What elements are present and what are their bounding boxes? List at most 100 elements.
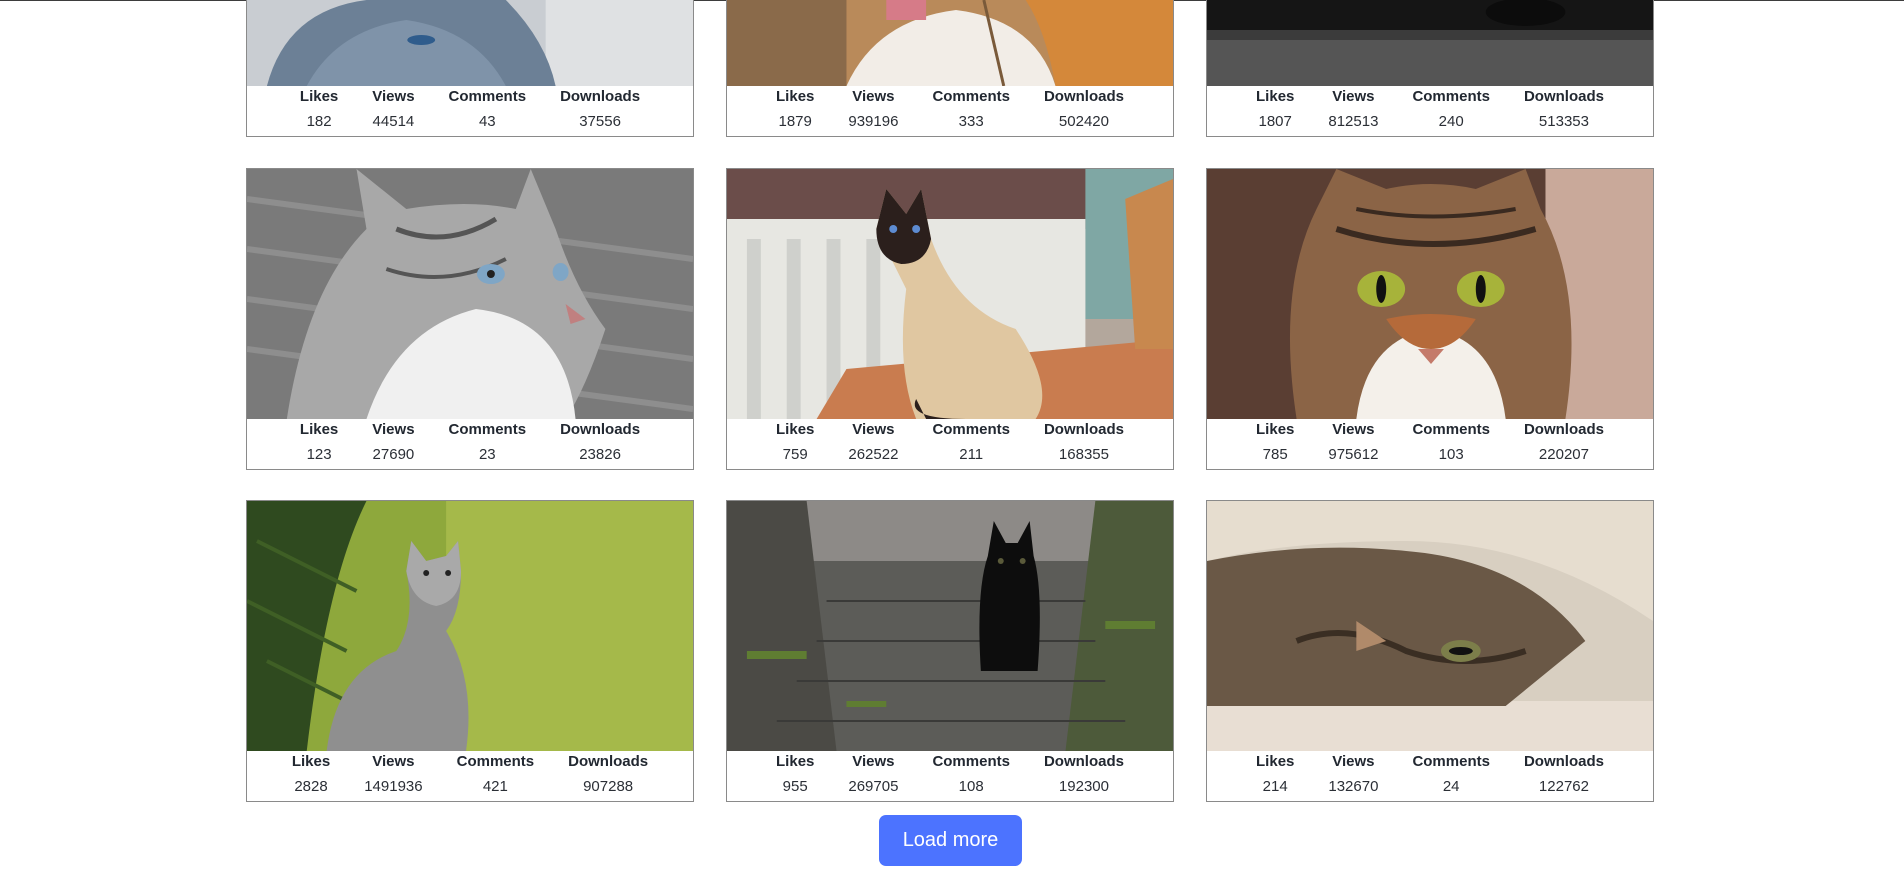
cat-photo[interactable] [727,169,1173,419]
stat-downloads: Downloads 502420 [1027,86,1141,136]
views-label: Views [372,88,415,105]
card-stats: Likes 1879 Views 939196 Comments 333 Downlo… [727,86,1173,136]
stat-comments: Comments 211 [915,419,1027,469]
cat-photo[interactable] [247,169,693,419]
comments-label: Comments [1412,88,1490,105]
likes-count: 1807 [1258,113,1292,130]
image-card[interactable]: Likes 759 Views 262522 Comments 211 Downloa… [726,168,1174,470]
stat-views: Views 1491936 [347,751,439,801]
stat-comments: Comments 240 [1395,86,1507,136]
views-label: Views [1332,88,1375,105]
downloads-count: 168355 [1058,446,1109,463]
views-count: 1491936 [364,778,423,795]
stat-views: Views 262522 [831,419,915,469]
stat-views: Views 132670 [1311,751,1395,801]
views-label: Views [852,753,895,770]
views-label: Views [852,421,895,438]
comments-count: 421 [482,778,508,795]
stat-views: Views 269705 [831,751,915,801]
stat-likes: Likes 214 [1239,751,1311,801]
cat-photo[interactable] [247,0,693,86]
stat-views: Views 975612 [1311,419,1395,469]
stat-views: Views 44514 [355,86,431,136]
stat-views: Views 27690 [355,419,431,469]
cat-photo[interactable] [727,501,1173,751]
stat-downloads: Downloads 37556 [543,86,657,136]
downloads-label: Downloads [1043,421,1124,438]
stat-likes: Likes 1807 [1239,86,1311,136]
card-stats: Likes 214 Views 132670 Comments 24 Download… [1207,751,1653,801]
likes-count: 785 [1262,446,1288,463]
comments-label: Comments [932,421,1010,438]
views-label: Views [372,753,415,770]
image-card[interactable]: Likes 182 Views 44514 Comments 43 Downloads… [246,0,694,137]
views-label: Views [1332,421,1375,438]
cat-photo[interactable] [247,501,693,751]
downloads-count: 122762 [1538,778,1589,795]
likes-label: Likes [299,421,339,438]
stat-comments: Comments 103 [1395,419,1507,469]
card-stats: Likes 759 Views 262522 Comments 211 Downloa… [727,419,1173,469]
likes-label: Likes [1256,753,1295,770]
comments-label: Comments [932,88,1010,105]
likes-label: Likes [1256,421,1295,438]
stat-comments: Comments 43 [432,86,544,136]
comments-label: Comments [932,753,1010,770]
image-card[interactable]: Likes 2828 Views 1491936 Comments 421 Downl… [246,500,694,802]
stat-downloads: Downloads 513353 [1507,86,1621,136]
image-card[interactable]: Likes 1807 Views 812513 Comments 240 Downlo… [1206,0,1654,137]
views-label: Views [372,421,415,438]
comments-label: Comments [1412,421,1490,438]
stat-downloads: Downloads 168355 [1027,419,1141,469]
downloads-label: Downloads [1043,88,1124,105]
likes-label: Likes [776,753,815,770]
likes-count: 182 [306,113,332,130]
likes-count: 759 [782,446,808,463]
comments-count: 108 [958,778,984,795]
cat-photo[interactable] [1207,501,1653,751]
image-card[interactable]: Likes 1879 Views 939196 Comments 333 Downlo… [726,0,1174,137]
comments-count: 240 [1438,113,1464,130]
views-count: 262522 [848,446,899,463]
image-card[interactable]: Likes 214 Views 132670 Comments 24 Download… [1206,500,1654,802]
views-count: 27690 [372,446,415,463]
stat-likes: Likes 1879 [759,86,831,136]
downloads-label: Downloads [1043,753,1124,770]
stat-likes: Likes 182 [283,86,355,136]
downloads-label: Downloads [1523,88,1604,105]
cat-photo[interactable] [1207,169,1653,419]
card-stats: Likes 1807 Views 812513 Comments 240 Downlo… [1207,86,1653,136]
cat-photo[interactable] [727,0,1173,86]
image-card[interactable]: Likes 955 Views 269705 Comments 108 Downloa… [726,500,1174,802]
views-count: 269705 [848,778,899,795]
downloads-label: Downloads [1523,753,1604,770]
stat-likes: Likes 759 [759,419,831,469]
stat-views: Views 939196 [831,86,915,136]
stat-downloads: Downloads 220207 [1507,419,1621,469]
comments-label: Comments [456,753,535,770]
image-card[interactable]: Likes 123 Views 27690 Comments 23 Downloads… [246,168,694,470]
comments-count: 333 [958,113,984,130]
image-card[interactable]: Likes 785 Views 975612 Comments 103 Downloa… [1206,168,1654,470]
likes-count: 1879 [778,113,812,130]
views-count: 44514 [372,113,415,130]
comments-count: 24 [1442,778,1460,795]
views-label: Views [1332,753,1375,770]
stat-likes: Likes 955 [759,751,831,801]
comments-count: 43 [478,113,496,130]
cat-photo[interactable] [1207,0,1653,86]
downloads-count: 23826 [579,446,621,463]
likes-label: Likes [1256,88,1295,105]
likes-label: Likes [776,88,815,105]
views-count: 975612 [1328,446,1379,463]
stat-downloads: Downloads 23826 [543,419,657,469]
stat-downloads: Downloads 192300 [1027,751,1141,801]
downloads-count: 513353 [1538,113,1589,130]
comments-count: 103 [1438,446,1464,463]
card-stats: Likes 955 Views 269705 Comments 108 Downloa… [727,751,1173,801]
downloads-count: 907288 [583,778,634,795]
stat-likes: Likes 785 [1239,419,1311,469]
stat-comments: Comments 24 [1395,751,1507,801]
stat-downloads: Downloads 122762 [1507,751,1621,801]
load-more-button[interactable]: Load more [879,815,1022,866]
